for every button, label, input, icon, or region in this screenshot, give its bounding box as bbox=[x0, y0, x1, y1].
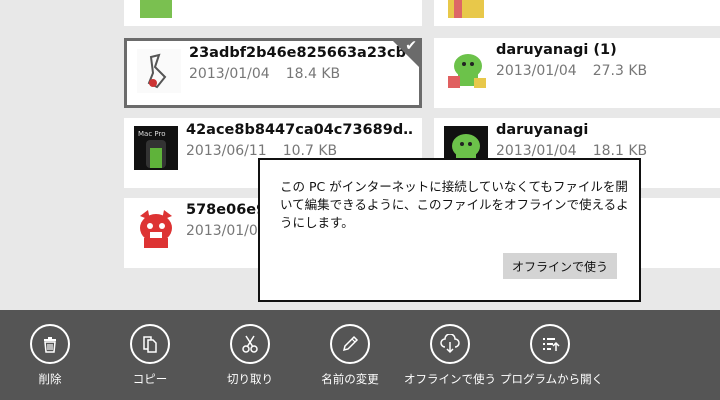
partial-tile-right[interactable] bbox=[434, 0, 720, 26]
file-tile[interactable]: daruyanagi (1) 2013/01/04 27.3 KB bbox=[434, 38, 720, 108]
pencil-icon bbox=[330, 324, 370, 364]
file-name: daruyanagi bbox=[496, 122, 589, 138]
checkmark-icon: ✔ bbox=[405, 38, 417, 54]
command-label: プログラムから開く bbox=[500, 372, 604, 386]
file-name: 42ace8b8447ca04c73689d… bbox=[186, 122, 412, 138]
file-size: 27.3 KB bbox=[592, 63, 648, 79]
cut-command[interactable]: 切り取り bbox=[200, 324, 300, 387]
svg-text:Mac Pro: Mac Pro bbox=[138, 130, 166, 138]
open-with-command[interactable]: プログラムから開く bbox=[500, 324, 604, 387]
file-size: 18.4 KB bbox=[285, 66, 341, 82]
file-tile[interactable]: 23adbf2b46e825663a23cb 2013/01/04 18.4 KB… bbox=[124, 38, 422, 108]
cloud-download-icon bbox=[430, 324, 470, 364]
file-meta: 2013/06/11 10.7 KB bbox=[186, 143, 337, 159]
flyout-message: この PC がインターネットに接続していなくてもファイルを開いて編集できるように… bbox=[280, 179, 629, 230]
macpro-thumbnail: Mac Pro bbox=[134, 126, 178, 170]
file-size: 10.7 KB bbox=[282, 143, 338, 159]
file-meta: 2013/01/04 27.3 KB bbox=[496, 63, 647, 79]
make-offline-button[interactable]: オフラインで使う bbox=[503, 253, 617, 279]
offline-flyout: この PC がインターネットに接続していなくてもファイルを開いて編集できるように… bbox=[258, 158, 641, 302]
copy-icon bbox=[130, 324, 170, 364]
green-character-thumbnail bbox=[448, 0, 484, 18]
command-label: コピー bbox=[132, 372, 168, 386]
app-bar: 削除 コピー 切り取り 名前の変更 オフラインで使う プログラムから開く bbox=[0, 310, 720, 400]
offline-command[interactable]: オフラインで使う bbox=[400, 324, 500, 387]
command-label: 削除 bbox=[38, 372, 62, 386]
copy-command[interactable]: コピー bbox=[100, 324, 200, 387]
file-meta: 2013/01/04 18.4 KB bbox=[189, 66, 340, 82]
file-name: 23adbf2b46e825663a23cb bbox=[189, 45, 406, 61]
scissors-icon bbox=[230, 324, 270, 364]
file-date: 2013/01/04 bbox=[496, 63, 577, 79]
rename-command[interactable]: 名前の変更 bbox=[300, 324, 400, 387]
command-label: 切り取り bbox=[227, 372, 273, 386]
green-character-thumbnail bbox=[140, 0, 172, 18]
green-character-thumbnail bbox=[444, 46, 488, 90]
command-label: オフラインで使う bbox=[404, 372, 496, 386]
file-date: 2013/06/11 bbox=[186, 143, 267, 159]
red-character-thumbnail bbox=[134, 206, 178, 250]
hand-drawing-thumbnail bbox=[137, 49, 181, 93]
file-name: daruyanagi (1) bbox=[496, 42, 617, 58]
file-meta: 2013/01/04 18.1 KB bbox=[496, 143, 647, 159]
partial-tile-left[interactable] bbox=[124, 0, 422, 26]
file-date: 2013/01/0 bbox=[186, 223, 258, 239]
delete-command[interactable]: 削除 bbox=[0, 324, 100, 387]
trash-icon bbox=[30, 324, 70, 364]
open-with-icon bbox=[530, 324, 570, 364]
command-label: 名前の変更 bbox=[321, 372, 379, 386]
file-size: 18.1 KB bbox=[592, 143, 648, 159]
file-date: 2013/01/04 bbox=[496, 143, 577, 159]
file-date: 2013/01/04 bbox=[189, 66, 270, 82]
